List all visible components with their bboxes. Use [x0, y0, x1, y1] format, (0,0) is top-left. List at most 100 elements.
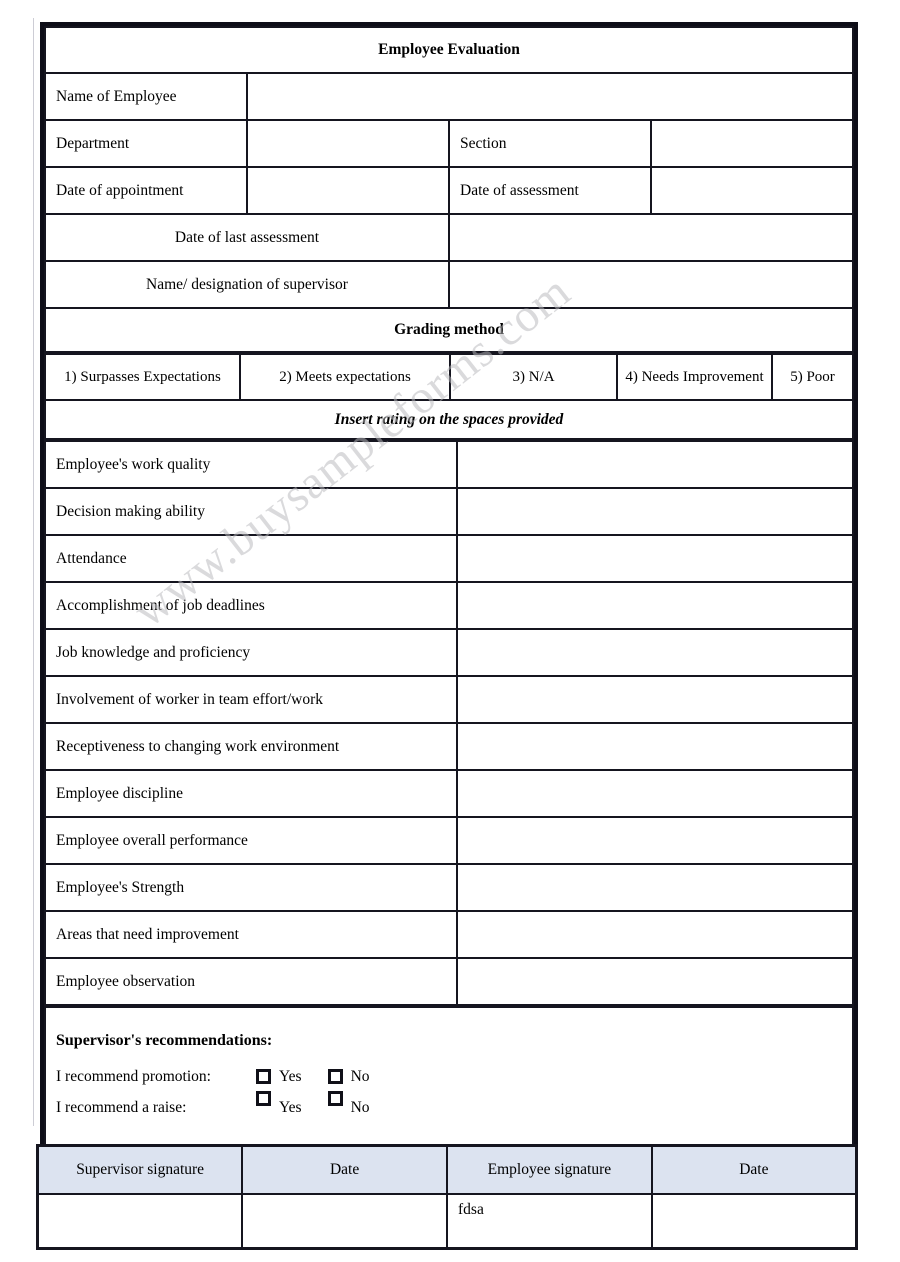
- criteria-rating-input[interactable]: [456, 581, 854, 630]
- evaluation-table: Employee Evaluation Name of Employee Dep…: [44, 26, 854, 353]
- grade-option-4: 4) Needs Improvement: [616, 353, 773, 401]
- signature-header: Date: [241, 1144, 448, 1195]
- checkbox-icon[interactable]: [256, 1068, 271, 1084]
- criteria-rating-input[interactable]: [456, 816, 854, 865]
- criteria-label: Attendance: [44, 534, 458, 583]
- label-name-of-employee: Name of Employee: [44, 72, 248, 121]
- promotion-yes-option[interactable]: Yes: [256, 1067, 302, 1086]
- criteria-label: Areas that need improvement: [44, 910, 458, 959]
- signature-header-row: Supervisor signature Date Employee signatu…: [36, 1144, 858, 1195]
- signature-value-row: fdsa: [36, 1193, 858, 1250]
- criteria-table: Employee's work quality Decision making a…: [44, 440, 854, 1006]
- criteria-rating-input[interactable]: [456, 628, 854, 677]
- criteria-rating-input[interactable]: [456, 534, 854, 583]
- criteria-rating-input[interactable]: [456, 722, 854, 771]
- supervisor-recommendations-block: Supervisor's recommendations: I recommen…: [44, 1006, 854, 1150]
- criteria-row: Accomplishment of job deadlines: [44, 581, 854, 630]
- criteria-rating-input[interactable]: [456, 440, 854, 489]
- input-supervisor-name[interactable]: [448, 260, 854, 309]
- input-date-of-assessment[interactable]: [650, 166, 854, 215]
- criteria-row: Employee observation: [44, 957, 854, 1006]
- criteria-label: Involvement of worker in team effort/wor…: [44, 675, 458, 724]
- signature-header: Date: [650, 1144, 858, 1195]
- checkbox-icon[interactable]: [327, 1091, 343, 1106]
- label-department: Department: [44, 119, 248, 168]
- signature-header: Employee signature: [446, 1144, 653, 1195]
- criteria-label: Employee overall performance: [44, 816, 458, 865]
- criteria-label: Employee discipline: [44, 769, 458, 818]
- grading-scale-table: 1) Surpasses Expectations 2) Meets expec…: [44, 353, 854, 440]
- title-row: Employee Evaluation: [44, 26, 854, 74]
- criteria-label: Receptiveness to changing work environme…: [44, 722, 458, 771]
- raise-yes-option[interactable]: Yes: [256, 1091, 302, 1117]
- raise-no-option[interactable]: No: [327, 1091, 370, 1117]
- signature-section: Supervisor signature Date Employee signatu…: [36, 1144, 858, 1250]
- label-date-of-last-assessment: Date of last assessment: [44, 213, 450, 262]
- signature-header: Supervisor signature: [36, 1144, 244, 1195]
- criteria-row: Job knowledge and proficiency: [44, 628, 854, 677]
- signature-table: Supervisor signature Date Employee signatu…: [36, 1144, 858, 1250]
- criteria-label: Employee's work quality: [44, 440, 458, 489]
- recommendations-table: Supervisor's recommendations: I recommen…: [44, 1006, 854, 1150]
- criteria-rating-input[interactable]: [456, 769, 854, 818]
- grade-option-5: 5) Poor: [771, 353, 854, 401]
- recommend-raise-label: I recommend a raise:: [56, 1099, 187, 1116]
- criteria-row: Decision making ability: [44, 487, 854, 536]
- label-supervisor-name: Name/ designation of supervisor: [44, 260, 450, 309]
- grading-scale-row: 1) Surpasses Expectations 2) Meets expec…: [44, 353, 854, 401]
- row-department-section: Department Section: [44, 119, 854, 168]
- label-date-of-assessment: Date of assessment: [448, 166, 652, 215]
- row-name-of-employee: Name of Employee: [44, 72, 854, 121]
- recommend-promotion-line: I recommend promotion: Yes No: [56, 1067, 842, 1086]
- grade-option-1: 1) Surpasses Expectations: [44, 353, 241, 401]
- insert-rating-instruction: Insert rating on the spaces provided: [44, 399, 854, 440]
- criteria-label: Job knowledge and proficiency: [44, 628, 458, 677]
- checkbox-icon[interactable]: [327, 1068, 343, 1084]
- criteria-label: Employee's Strength: [44, 863, 458, 912]
- label-date-of-appointment: Date of appointment: [44, 166, 248, 215]
- row-recommendations: Supervisor's recommendations: I recommen…: [44, 1006, 854, 1150]
- raise-yes-label: Yes: [279, 1099, 302, 1116]
- input-name-of-employee[interactable]: [246, 72, 854, 121]
- criteria-row: Involvement of worker in team effort/wor…: [44, 675, 854, 724]
- checkbox-icon[interactable]: [256, 1091, 271, 1106]
- promotion-no-option[interactable]: No: [327, 1067, 370, 1086]
- criteria-rating-input[interactable]: [456, 487, 854, 536]
- grade-option-3: 3) N/A: [449, 353, 618, 401]
- row-date-of-last-assessment: Date of last assessment: [44, 213, 854, 262]
- label-section: Section: [448, 119, 652, 168]
- criteria-rating-input[interactable]: [456, 675, 854, 724]
- criteria-row: Attendance: [44, 534, 854, 583]
- criteria-row: Employee discipline: [44, 769, 854, 818]
- page-side-rule: [33, 18, 34, 1126]
- recommend-raise-line: I recommend a raise: Yes No: [56, 1091, 842, 1117]
- input-date-of-appointment[interactable]: [246, 166, 450, 215]
- criteria-rating-input[interactable]: [456, 957, 854, 1006]
- employee-evaluation-form: Employee Evaluation Name of Employee Dep…: [40, 22, 858, 1154]
- promotion-yes-label: Yes: [279, 1067, 302, 1085]
- criteria-label: Employee observation: [44, 957, 458, 1006]
- input-date-of-last-assessment[interactable]: [448, 213, 854, 262]
- input-department[interactable]: [246, 119, 450, 168]
- criteria-rating-input[interactable]: [456, 910, 854, 959]
- grade-option-2: 2) Meets expectations: [239, 353, 451, 401]
- recommend-promotion-label: I recommend promotion:: [56, 1067, 211, 1085]
- signature-input[interactable]: [36, 1193, 244, 1250]
- page-title: Employee Evaluation: [44, 26, 854, 74]
- criteria-row: Employee's Strength: [44, 863, 854, 912]
- signature-input[interactable]: fdsa: [446, 1193, 653, 1250]
- input-section[interactable]: [650, 119, 854, 168]
- row-appointment-assessment: Date of appointment Date of assessment: [44, 166, 854, 215]
- criteria-row: Areas that need improvement: [44, 910, 854, 959]
- grading-method-heading: Grading method: [44, 307, 854, 353]
- row-instruction: Insert rating on the spaces provided: [44, 399, 854, 440]
- signature-input[interactable]: [241, 1193, 448, 1250]
- promotion-no-label: No: [350, 1067, 370, 1085]
- criteria-label: Accomplishment of job deadlines: [44, 581, 458, 630]
- recommendations-title: Supervisor's recommendations:: [56, 1031, 273, 1049]
- signature-input[interactable]: [650, 1193, 858, 1250]
- criteria-rating-input[interactable]: [456, 863, 854, 912]
- criteria-row: Employee overall performance: [44, 816, 854, 865]
- row-grading-heading: Grading method: [44, 307, 854, 353]
- criteria-label: Decision making ability: [44, 487, 458, 536]
